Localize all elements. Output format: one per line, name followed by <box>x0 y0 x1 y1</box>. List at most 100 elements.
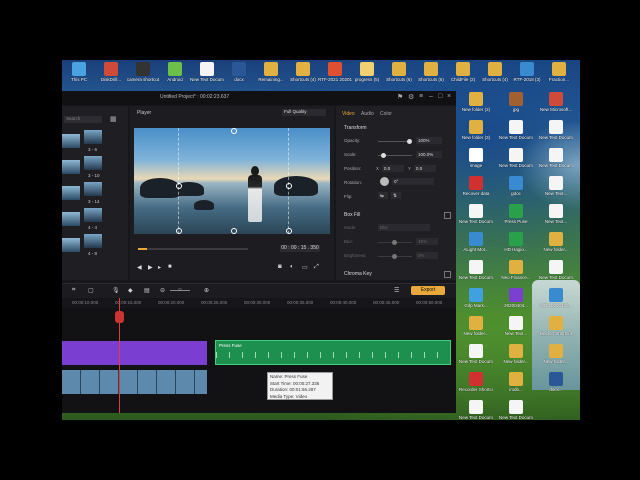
scale-slider-knob[interactable] <box>381 153 386 158</box>
blur-slider-knob[interactable] <box>392 240 397 245</box>
chroma-checkbox[interactable] <box>444 271 451 278</box>
desktop-icon[interactable]: New folder (3) <box>459 120 493 140</box>
desktop-icon[interactable]: New folder... <box>539 344 573 364</box>
opacity-value[interactable]: 100% <box>416 137 442 144</box>
desktop-icon[interactable]: New Text Docume... <box>499 120 533 140</box>
volume-icon[interactable]: ◐ <box>290 264 294 270</box>
desktop-icon[interactable]: progress (5) <box>350 62 384 82</box>
menu-icon[interactable]: ≡ <box>419 93 423 100</box>
cart-icon[interactable]: ⚑ <box>397 93 403 101</box>
opacity-slider[interactable] <box>378 139 412 144</box>
fullscreen-icon[interactable]: ⤢ <box>314 264 319 271</box>
flip-vertical-icon[interactable]: ⇅ <box>391 192 401 199</box>
media-thumb[interactable] <box>84 156 102 170</box>
brightness-slider[interactable] <box>378 254 412 259</box>
desktop-icon[interactable]: gdoc <box>499 176 533 196</box>
prev-frame-icon[interactable]: ◀︎ <box>137 264 142 271</box>
video-clip[interactable] <box>62 370 207 394</box>
brightness-slider-knob[interactable] <box>392 254 397 259</box>
grid-view-icon[interactable]: ▦ <box>110 115 117 123</box>
desktop-icon[interactable]: New Text Docume... <box>499 148 533 168</box>
timeline-ruler[interactable]: 00:00:10.000 00:00:15.000 00:00:20.000 0… <box>62 298 456 308</box>
editor-titlebar[interactable]: Untitled Project* : 00:02:23.637 ⚑ ⚙ ≡ –… <box>62 91 456 105</box>
settings-icon[interactable]: ⚙ <box>408 93 414 101</box>
desktop-icon[interactable]: Fraction... <box>542 62 576 82</box>
opacity-slider-knob[interactable] <box>407 139 412 144</box>
desktop-icon[interactable]: New Text Docume... <box>190 62 224 82</box>
desktop-icon[interactable]: ChildFile (2) <box>446 62 480 82</box>
tab-video[interactable]: Video <box>342 111 355 117</box>
snapshot-icon[interactable]: ◙ <box>278 264 282 270</box>
desktop-icon[interactable]: image <box>459 148 493 168</box>
media-thumb[interactable] <box>62 186 80 200</box>
desktop-icon[interactable]: New Text Docume... <box>499 400 533 420</box>
tab-audio[interactable]: Audio <box>361 111 374 117</box>
desktop-icon[interactable]: Shortcuts (4) <box>478 62 512 82</box>
zoom-out-icon[interactable]: ⊖ <box>160 287 165 294</box>
media-thumb[interactable] <box>84 234 102 248</box>
adjust-icon[interactable]: ☰ <box>394 287 399 294</box>
stop-icon[interactable]: ■ <box>168 264 172 270</box>
play-icon[interactable]: ▶ <box>148 264 153 271</box>
overlay-clip[interactable] <box>62 341 207 365</box>
blur-slider[interactable] <box>378 240 412 245</box>
position-y-input[interactable]: 0.0 <box>414 165 436 172</box>
blur-value[interactable]: 45% <box>416 238 438 245</box>
desktop-icon[interactable]: Gifp Mark... <box>459 288 493 308</box>
minimize-icon[interactable]: – <box>429 93 433 100</box>
scale-slider[interactable] <box>378 153 412 158</box>
boxfill-checkbox[interactable] <box>444 212 451 219</box>
desktop-icon[interactable]: New Text Docume... <box>539 260 573 280</box>
desktop-icon[interactable]: This PC <box>62 62 96 82</box>
transform-handle[interactable] <box>286 183 292 189</box>
desktop-icon[interactable]: RTF-2021 20201 <box>318 62 352 82</box>
desktop-icon[interactable]: RTF-2018 (3) <box>510 62 544 82</box>
quality-select[interactable]: Full Quality <box>282 109 326 116</box>
tab-color[interactable]: Color <box>380 111 392 117</box>
split-icon[interactable]: ▢ <box>88 287 94 294</box>
desktop-icon[interactable]: New folder (2) <box>459 92 493 112</box>
media-thumb[interactable] <box>62 160 80 174</box>
maximize-icon[interactable]: □ <box>438 93 442 100</box>
marker-icon[interactable]: ◆ <box>128 287 133 294</box>
next-frame-icon[interactable]: ▸ <box>158 264 161 271</box>
desktop-icon[interactable]: Android <box>158 62 192 82</box>
media-thumb[interactable] <box>84 130 102 144</box>
desktop-icon[interactable]: New Text Docume... <box>459 204 493 224</box>
desktop-icon[interactable]: ALight Mot... <box>459 232 493 252</box>
media-thumb[interactable] <box>62 212 80 226</box>
desktop-icon[interactable]: Neo Finance... <box>499 260 533 280</box>
flip-horizontal-icon[interactable]: ⇆ <box>378 192 388 199</box>
desktop-icon[interactable]: New Text Docume... <box>539 120 573 140</box>
desktop-icon[interactable]: DiskDrill... <box>94 62 128 82</box>
position-x-input[interactable]: 0.0 <box>382 165 404 172</box>
transform-handle[interactable] <box>231 228 237 234</box>
transform-handle[interactable] <box>176 228 182 234</box>
desktop-icon[interactable]: New Text... <box>539 176 573 196</box>
desktop-icon[interactable]: 20200404... <box>499 288 533 308</box>
desktop-icon[interactable]: New folder... <box>459 316 493 336</box>
crop-icon[interactable]: ⌗ <box>72 287 75 294</box>
zoom-in-icon[interactable]: ⊕ <box>204 287 209 294</box>
desktop-icon[interactable]: New Text Docume... <box>459 260 493 280</box>
subtitle-icon[interactable]: ▤ <box>144 287 150 294</box>
rotation-dial[interactable] <box>380 177 389 186</box>
desktop-icon[interactable]: New folder... <box>499 344 533 364</box>
audio-clip[interactable]: Press Fuse <box>215 340 451 365</box>
media-thumb[interactable] <box>62 238 80 252</box>
desktop-icon[interactable]: HD Hagio... <box>499 232 533 252</box>
desktop-icon[interactable]: Remaining... <box>254 62 288 82</box>
rotation-value[interactable]: 0° <box>392 178 434 185</box>
desktop-icon[interactable]: docx... <box>539 372 573 392</box>
seek-bar[interactable] <box>138 248 248 250</box>
media-search-input[interactable]: Search <box>64 116 102 123</box>
desktop-icon[interactable]: New Microsoft... <box>539 92 573 112</box>
transform-handle[interactable] <box>176 183 182 189</box>
desktop-icon[interactable]: Press Puse <box>499 204 533 224</box>
desktop-icon[interactable]: New Text... <box>539 204 573 224</box>
desktop-icon[interactable]: camera shortcut <box>126 62 160 82</box>
desktop-icon[interactable]: New Text Docume... <box>459 400 493 420</box>
media-thumb[interactable] <box>84 182 102 196</box>
desktop-icon[interactable]: Recorder Shortcut <box>459 372 493 392</box>
desktop-icon[interactable]: New Text Docume... <box>459 344 493 364</box>
